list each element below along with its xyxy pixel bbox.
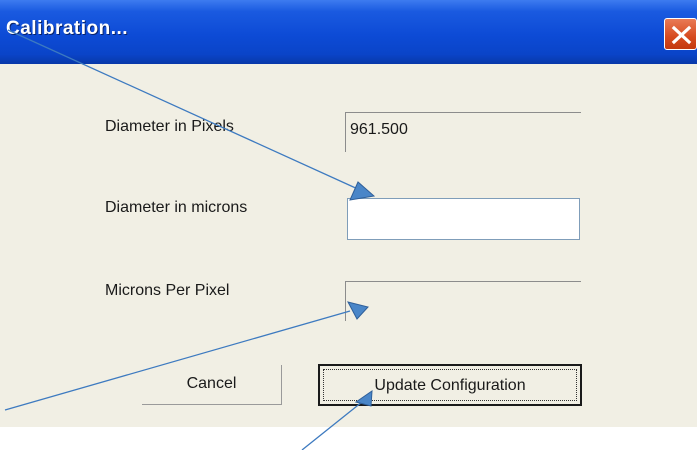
annotation-arrowhead [347,301,369,320]
annotation-arrow-line [4,310,351,411]
annotation-arrow-line [301,401,363,450]
annotation-arrowhead [349,181,376,201]
annotation-arrowhead [354,390,373,407]
annotation-arrows [4,29,376,450]
annotation-arrow-line [7,29,361,191]
